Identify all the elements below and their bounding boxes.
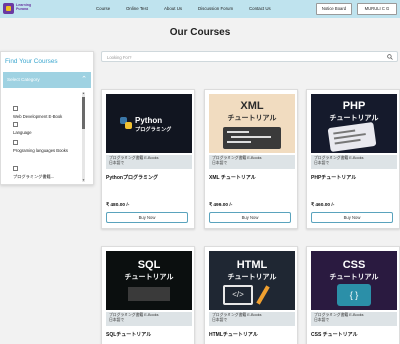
scrollbar-thumb[interactable] xyxy=(82,97,85,129)
category-checkbox[interactable] xyxy=(13,122,18,127)
course-price: ₹ 480.00 /- xyxy=(106,203,130,208)
sidebar-title: Find Your Courses xyxy=(5,58,58,65)
course-title[interactable]: Pythonプログラミング xyxy=(106,174,158,181)
category-list[interactable]: Web Development E-Book Language Programi… xyxy=(9,91,85,182)
course-price: ₹ 460.00 /- xyxy=(311,203,335,208)
top-navbar: Learning Purana Course Online Test About… xyxy=(0,0,400,18)
course-thumbnail[interactable]: PHP チュートリアル xyxy=(311,94,397,153)
thumbnail-subtitle: チュートリアル xyxy=(227,274,277,281)
buy-now-button[interactable]: Buy Now xyxy=(209,212,291,223)
course-thumbnail[interactable]: SQL チュートリアル xyxy=(106,251,192,310)
course-category-tag: プログラミング書籍 E-Books 日本語で xyxy=(311,312,397,326)
code-braces-icon: { } xyxy=(337,284,371,306)
search-icon[interactable] xyxy=(387,54,393,60)
thumbnail-subtitle: プログラミング xyxy=(135,127,172,133)
scroll-down-arrow-icon[interactable]: ▼ xyxy=(82,178,85,182)
category-checkbox[interactable] xyxy=(13,166,18,171)
course-title[interactable]: PHPチュートリアル xyxy=(311,174,356,181)
database-graphic xyxy=(128,287,170,301)
course-card: HTML チュートリアル </> プログラミング書籍 E-Books 日本語で … xyxy=(204,246,298,344)
course-title[interactable]: HTMLチュートリアル xyxy=(209,331,258,338)
course-category-tag: プログラミング書籍 E-Books 日本語で xyxy=(106,155,192,169)
course-thumbnail[interactable]: CSS チュートリアル { } xyxy=(311,251,397,310)
user-menu-button[interactable]: MURULI C G xyxy=(357,3,397,15)
course-search-input[interactable]: Looking For? xyxy=(101,51,398,62)
course-category-tag: プログラミング書籍 E-Books 日本語で xyxy=(209,312,295,326)
code-snippet-graphic xyxy=(327,121,377,153)
notice-board-button[interactable]: Notice Board xyxy=(316,3,352,15)
scroll-up-arrow-icon[interactable]: ▲ xyxy=(82,91,85,95)
course-card: PHP チュートリアル プログラミング書籍 E-Books 日本語で PHPチュ… xyxy=(306,89,400,229)
course-price: ₹ 499.00 /- xyxy=(209,203,233,208)
course-thumbnail[interactable]: XML チュートリアル xyxy=(209,94,295,153)
tag-line-2: 日本語で xyxy=(109,317,125,322)
category-label: Language xyxy=(13,130,32,135)
logo-text-2: Purana xyxy=(16,7,29,12)
chevron-up-icon: ⌃ xyxy=(81,76,87,83)
category-label: プログラミング書籍... xyxy=(13,174,55,179)
tag-line-2: 日本語で xyxy=(314,317,330,322)
thumbnail-title: XML xyxy=(240,100,264,112)
thumbnail-subtitle: チュートリアル xyxy=(227,115,277,122)
course-card: CSS チュートリアル { } プログラミング書籍 E-Books 日本語で C… xyxy=(306,246,400,344)
filter-sidebar: Find Your Courses Select Category ⌃ Web … xyxy=(0,51,94,185)
page-title: Our Courses xyxy=(169,27,231,38)
site-logo[interactable]: Learning Purana xyxy=(3,2,31,16)
buy-now-button[interactable]: Buy Now xyxy=(311,212,393,223)
thumbnail-subtitle: チュートリアル xyxy=(329,274,379,281)
python-logo-icon xyxy=(120,117,132,129)
category-checkbox[interactable] xyxy=(13,106,18,111)
code-tag-icon: </> xyxy=(223,285,253,305)
course-title[interactable]: CSS チュートリアル xyxy=(311,331,358,338)
nav-about-us[interactable]: About Us xyxy=(164,6,182,11)
course-thumbnail[interactable]: HTML チュートリアル </> xyxy=(209,251,295,310)
thumbnail-title: CSS xyxy=(342,259,366,271)
nav-online-test[interactable]: Online Test xyxy=(126,6,148,11)
tag-line-2: 日本語で xyxy=(109,160,125,165)
course-thumbnail[interactable]: Python プログラミング xyxy=(106,94,192,153)
buy-now-button[interactable]: Buy Now xyxy=(106,212,188,223)
thumbnail-title: Python xyxy=(135,116,163,125)
pencil-icon xyxy=(256,285,270,305)
nav-contact-us[interactable]: Contact Us xyxy=(249,6,271,11)
tag-line-2: 日本語で xyxy=(212,317,228,322)
thumbnail-title: SQL xyxy=(137,259,161,271)
book-logo-icon xyxy=(3,3,14,14)
course-card: Python プログラミング プログラミング書籍 E-Books 日本語で Py… xyxy=(101,89,195,229)
course-category-tag: プログラミング書籍 E-Books 日本語で xyxy=(209,155,295,169)
select-category-dropdown[interactable]: Select Category ⌃ xyxy=(3,72,91,88)
select-category-label: Select Category xyxy=(7,77,40,82)
nav-discussion-forum[interactable]: Discussion Forum xyxy=(198,6,233,11)
category-label: Web Development E-Book xyxy=(13,114,63,119)
thumbnail-title: PHP xyxy=(342,100,366,112)
search-placeholder: Looking For? xyxy=(107,55,132,60)
thumbnail-subtitle: チュートリアル xyxy=(124,274,174,281)
course-card: XML チュートリアル プログラミング書籍 E-Books 日本語で XML チ… xyxy=(204,89,298,229)
tag-line-2: 日本語で xyxy=(314,160,330,165)
thumbnail-subtitle: チュートリアル xyxy=(329,115,379,122)
category-label: Programing languages Books xyxy=(13,148,68,153)
course-category-tag: プログラミング書籍 E-Books 日本語で xyxy=(106,312,192,326)
category-checkbox[interactable] xyxy=(13,140,18,145)
course-title[interactable]: XML チュートリアル xyxy=(209,174,256,181)
tag-line-2: 日本語で xyxy=(212,160,228,165)
code-snippet-graphic xyxy=(223,127,281,149)
thumbnail-title: HTML xyxy=(236,259,268,271)
nav-course[interactable]: Course xyxy=(96,6,110,11)
course-title[interactable]: SQLチュートリアル xyxy=(106,331,151,338)
course-card: SQL チュートリアル プログラミング書籍 E-Books 日本語で SQLチュ… xyxy=(101,246,195,344)
course-category-tag: プログラミング書籍 E-Books 日本語で xyxy=(311,155,397,169)
